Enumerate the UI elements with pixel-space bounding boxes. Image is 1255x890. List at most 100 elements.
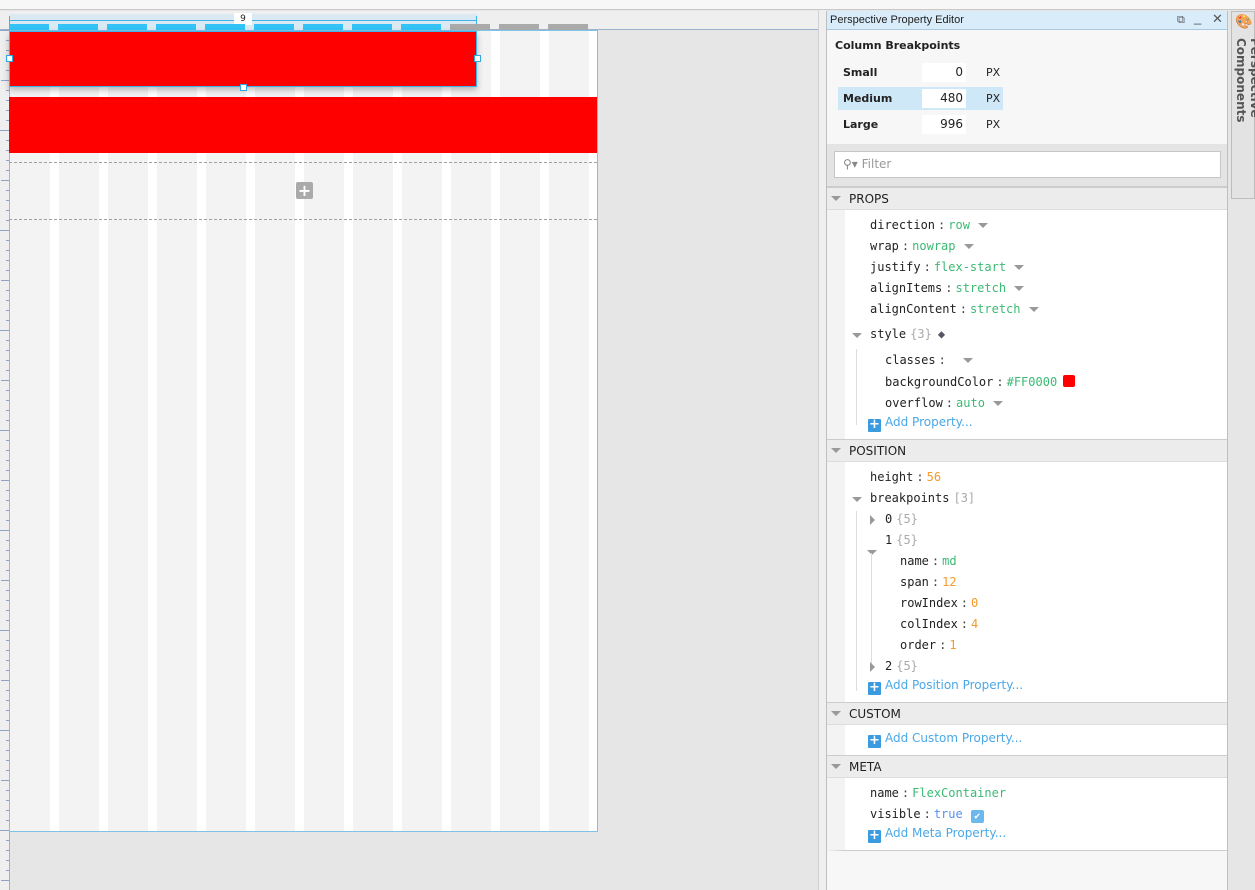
- prop-backgroundcolor[interactable]: backgroundColor: #FF0000: [885, 373, 1076, 391]
- prop-alignitems[interactable]: alignItems: stretch: [870, 279, 1025, 297]
- add-row-plus-icon[interactable]: +: [296, 182, 313, 199]
- resize-handle-left[interactable]: [6, 55, 13, 62]
- expand-style-icon[interactable]: [852, 333, 862, 338]
- ruler-tick: [6, 840, 9, 841]
- ruler-tick: [1, 780, 9, 781]
- section-position[interactable]: POSITION: [827, 439, 1227, 462]
- expand-bp0-icon[interactable]: [870, 515, 875, 525]
- section-props[interactable]: PROPS: [827, 187, 1227, 210]
- collapse-icon[interactable]: [831, 711, 841, 716]
- top-toolbar-strip: [0, 0, 1255, 10]
- collapse-bp1-icon[interactable]: [867, 550, 877, 555]
- prop-bp-colindex[interactable]: colIndex:4: [900, 615, 978, 633]
- prop-aligncontent[interactable]: alignContent: stretch: [870, 300, 1039, 318]
- prop-meta-name[interactable]: name: FlexContainer: [870, 784, 1006, 802]
- breakpoint-label: Small: [843, 66, 878, 79]
- section-title: META: [849, 760, 882, 774]
- ruler-tick: [0, 730, 9, 731]
- prop-bp-name[interactable]: name: md: [900, 552, 957, 570]
- ruler-tick: [1, 580, 9, 581]
- dropdown-icon[interactable]: [962, 358, 973, 363]
- prop-wrap[interactable]: wrap: nowrap: [870, 237, 974, 255]
- dropdown-icon[interactable]: [1014, 265, 1025, 270]
- prop-style[interactable]: style {3} ◆: [870, 325, 945, 343]
- side-tab-label: Perspective Components: [1234, 38, 1255, 123]
- prop-height[interactable]: height:56: [870, 468, 941, 486]
- prop-bp-rowindex[interactable]: rowIndex:0: [900, 594, 978, 612]
- ruler-tick: [0, 30, 9, 31]
- prop-overflow[interactable]: overflow: auto: [885, 394, 1003, 412]
- prop-meta-visible[interactable]: visible: true ✔: [870, 805, 984, 823]
- resize-handle-bottom[interactable]: [240, 84, 247, 91]
- section-meta[interactable]: META: [827, 755, 1227, 778]
- minimize-icon[interactable]: _: [1194, 10, 1201, 25]
- ruler-tick: [0, 630, 9, 631]
- palette-icon: 🎨: [1235, 14, 1253, 30]
- column-breakpoints-title: Column Breakpoints: [835, 39, 961, 52]
- panel-title-bar: Perspective Property Editor ⧉ _ ✕: [827, 10, 1227, 30]
- prop-justify[interactable]: justify: flex-start: [870, 258, 1025, 276]
- search-icon: ⚲▾: [843, 157, 858, 171]
- flex-container[interactable]: [9, 97, 597, 153]
- resize-handle-right[interactable]: [474, 55, 481, 62]
- plus-icon: +: [868, 733, 881, 748]
- prop-breakpoint-0[interactable]: 0 {5}: [885, 510, 918, 528]
- style-class-icon[interactable]: ◆: [938, 327, 945, 341]
- ruler-tick: [6, 860, 9, 861]
- expand-bp2-icon[interactable]: [870, 662, 875, 672]
- collapse-icon[interactable]: [831, 764, 841, 769]
- ruler-tick: [1, 80, 9, 81]
- prop-classes[interactable]: classes:: [885, 351, 973, 369]
- add-meta-property-link[interactable]: + Add Meta Property...: [868, 826, 1006, 843]
- breakpoint-large[interactable]: Large 996 PX: [838, 113, 1003, 136]
- ruler-tick: [1, 880, 9, 881]
- breakpoint-small[interactable]: Small 0 PX: [838, 61, 1003, 84]
- add-position-property-link[interactable]: + Add Position Property...: [868, 678, 1023, 695]
- dropdown-icon[interactable]: [977, 223, 988, 228]
- panel-title: Perspective Property Editor: [830, 14, 964, 26]
- expand-breakpoints-icon[interactable]: [852, 497, 862, 502]
- breakpoint-medium-input[interactable]: 480: [922, 89, 966, 108]
- plus-icon: +: [868, 828, 881, 843]
- prop-breakpoints[interactable]: breakpoints [3]: [870, 489, 975, 507]
- prop-breakpoint-1[interactable]: 1 {5}: [885, 531, 918, 549]
- section-custom[interactable]: CUSTOM: [827, 702, 1227, 725]
- filter-placeholder: Filter: [861, 157, 892, 171]
- panel-splitter[interactable]: [818, 10, 826, 890]
- collapse-icon[interactable]: [831, 448, 841, 453]
- float-window-icon[interactable]: ⧉: [1177, 14, 1185, 27]
- prop-bp-span[interactable]: span:12: [900, 573, 957, 591]
- prop-breakpoint-2[interactable]: 2 {5}: [885, 657, 918, 675]
- collapse-icon[interactable]: [831, 196, 841, 201]
- ruler-tick: [0, 530, 9, 531]
- ruler-tick: [0, 830, 9, 831]
- ruler-tick: [1, 180, 9, 181]
- perspective-components-tab[interactable]: 🎨 Perspective Components: [1231, 11, 1255, 199]
- ruler-tick: [0, 130, 9, 131]
- add-property-link[interactable]: + Add Property...: [868, 415, 973, 432]
- filter-input[interactable]: ⚲▾ Filter: [834, 151, 1221, 178]
- prop-direction[interactable]: direction: row: [870, 216, 988, 234]
- property-editor-panel: Perspective Property Editor ⧉ _ ✕ Column…: [826, 10, 1228, 890]
- section-title: PROPS: [849, 192, 889, 206]
- dropdown-icon[interactable]: [963, 244, 974, 249]
- breakpoint-large-input[interactable]: 996: [922, 115, 966, 134]
- ruler-tick: [1, 680, 9, 681]
- visible-checkbox[interactable]: ✔: [970, 810, 984, 823]
- dropdown-icon[interactable]: [1028, 307, 1039, 312]
- ruler-tick: [6, 850, 9, 851]
- ruler-tick: [0, 330, 9, 331]
- breakpoint-label: Medium: [843, 92, 893, 105]
- color-swatch[interactable]: [1063, 375, 1076, 387]
- prop-bp-order[interactable]: order:1: [900, 636, 957, 654]
- close-icon[interactable]: ✕: [1212, 11, 1223, 27]
- ruler-tick: [0, 230, 9, 231]
- empty-row-top-border: [9, 162, 597, 163]
- add-custom-property-link[interactable]: + Add Custom Property...: [868, 731, 1022, 748]
- dropdown-icon[interactable]: [992, 401, 1003, 406]
- flex-container-selected[interactable]: [9, 31, 477, 87]
- breakpoint-small-input[interactable]: 0: [922, 63, 966, 82]
- ruler-tick: [1, 480, 9, 481]
- dropdown-icon[interactable]: [1014, 286, 1025, 291]
- breakpoint-medium[interactable]: Medium 480 PX: [838, 87, 1003, 110]
